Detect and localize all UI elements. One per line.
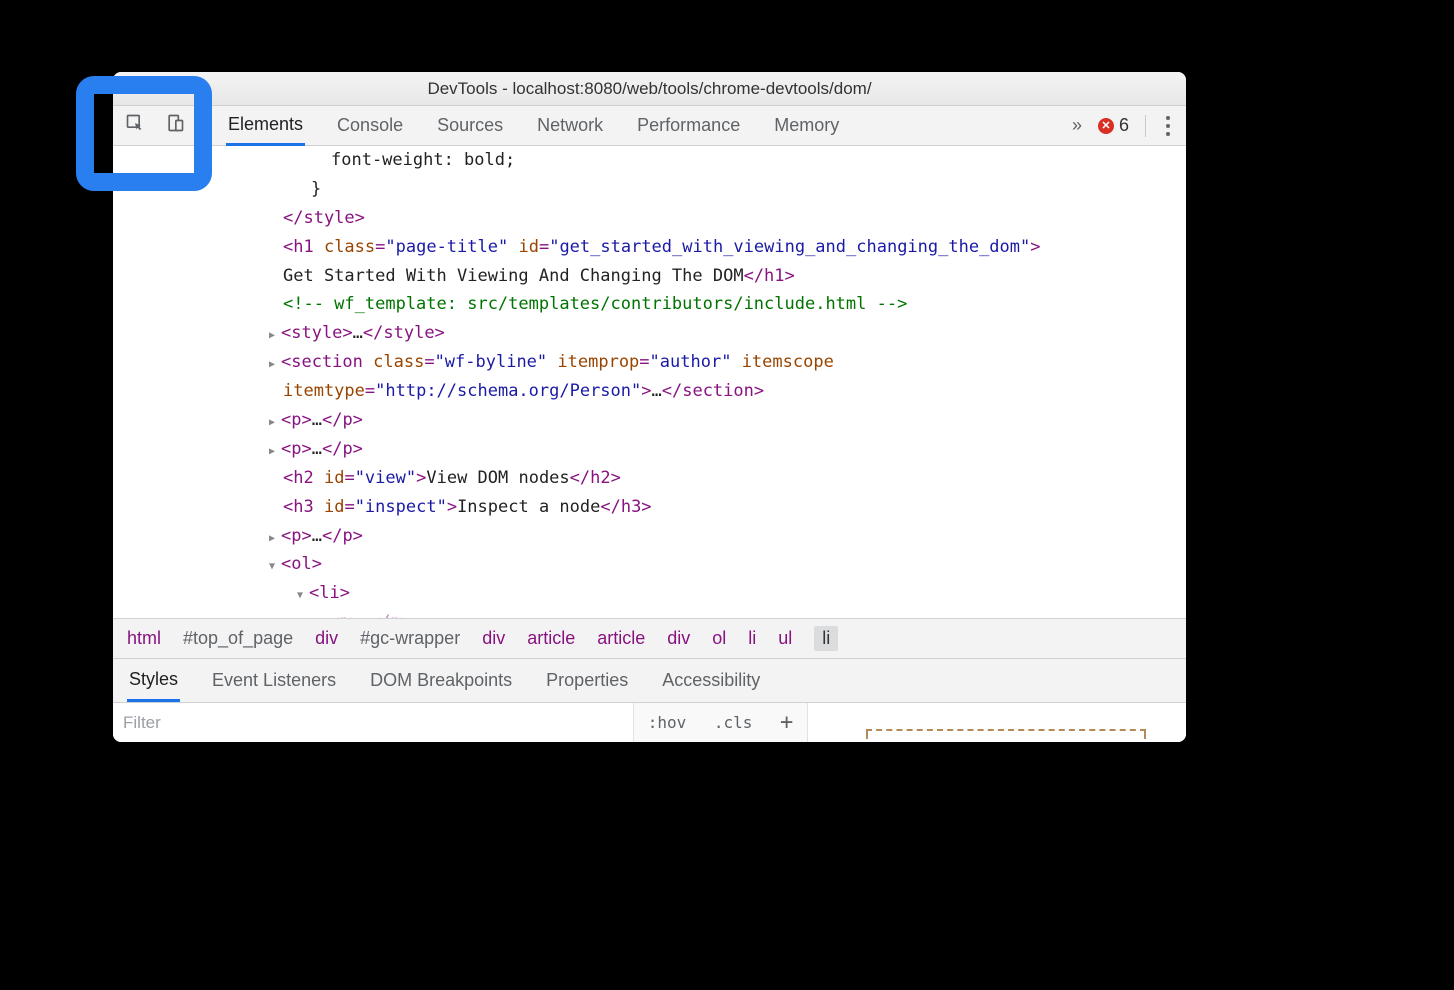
expand-triangle-icon[interactable] bbox=[269, 406, 281, 435]
crumb-div[interactable]: div bbox=[667, 628, 690, 649]
h2-node[interactable]: <h2 id="view">View DOM nodes</h2> bbox=[283, 464, 1186, 493]
hov-toggle[interactable]: :hov bbox=[648, 713, 687, 732]
p-node[interactable]: <p>…</p> bbox=[283, 522, 1186, 551]
margin-box-preview bbox=[866, 729, 1146, 739]
error-icon: ✕ bbox=[1098, 118, 1114, 134]
stab-styles[interactable]: Styles bbox=[127, 660, 180, 702]
settings-menu-icon[interactable] bbox=[1162, 112, 1174, 140]
crumb-div[interactable]: div bbox=[315, 628, 338, 649]
tab-elements[interactable]: Elements bbox=[226, 106, 305, 146]
dom-breadcrumb: html #top_of_page div #gc-wrapper div ar… bbox=[113, 618, 1186, 658]
device-toolbar-icon[interactable] bbox=[165, 113, 185, 138]
nested-p-node[interactable]: <p>…</p> bbox=[283, 608, 1186, 618]
expand-triangle-icon[interactable] bbox=[269, 319, 281, 348]
devtools-window: DevTools - localhost:8080/web/tools/chro… bbox=[113, 72, 1186, 742]
crumb-article[interactable]: article bbox=[527, 628, 575, 649]
box-model-preview bbox=[808, 703, 1186, 742]
tab-network[interactable]: Network bbox=[535, 107, 605, 144]
styles-tabs: Styles Event Listeners DOM Breakpoints P… bbox=[113, 658, 1186, 702]
crumb-li[interactable]: li bbox=[748, 628, 756, 649]
stab-event-listeners[interactable]: Event Listeners bbox=[210, 661, 338, 700]
styles-filter-tools: :hov .cls + bbox=[633, 703, 808, 742]
crumb-li-selected[interactable]: li bbox=[814, 626, 838, 651]
css-brace: } bbox=[311, 179, 321, 199]
p-node[interactable]: <p>…</p> bbox=[283, 435, 1186, 464]
h3-node[interactable]: <h3 id="inspect">Inspect a node</h3> bbox=[283, 493, 1186, 522]
toolbar-divider bbox=[1145, 115, 1146, 137]
minimize-window-button[interactable] bbox=[150, 80, 164, 94]
maximize-window-button[interactable] bbox=[173, 80, 187, 94]
elements-tree[interactable]: font-weight: bold; } </style> <h1 class=… bbox=[113, 146, 1186, 618]
devtools-toolbar: Elements Console Sources Network Perform… bbox=[113, 106, 1186, 146]
style-collapsed-node[interactable]: <style>…</style> bbox=[283, 319, 1186, 348]
comment-node[interactable]: <!-- wf_template: src/templates/contribu… bbox=[283, 290, 1186, 319]
error-count: 6 bbox=[1119, 115, 1129, 136]
crumb-html[interactable]: html bbox=[127, 628, 161, 649]
panel-tabs: Elements Console Sources Network Perform… bbox=[198, 106, 1072, 145]
section-node[interactable]: <section class="wf-byline" itemprop="aut… bbox=[283, 348, 1186, 406]
expand-triangle-icon[interactable] bbox=[269, 435, 281, 464]
expand-triangle-icon[interactable] bbox=[269, 522, 281, 551]
styles-filter-input[interactable] bbox=[113, 703, 633, 742]
tab-sources[interactable]: Sources bbox=[435, 107, 505, 144]
tab-console[interactable]: Console bbox=[335, 107, 405, 144]
crumb-ul[interactable]: ul bbox=[778, 628, 792, 649]
crumb-gc-wrapper[interactable]: #gc-wrapper bbox=[360, 628, 460, 649]
collapse-triangle-icon[interactable] bbox=[269, 550, 281, 579]
expand-triangle-icon[interactable] bbox=[269, 348, 281, 377]
tab-memory[interactable]: Memory bbox=[772, 107, 841, 144]
inspect-element-icon[interactable] bbox=[125, 113, 145, 138]
crumb-top-of-page[interactable]: #top_of_page bbox=[183, 628, 293, 649]
css-rule-text: font-weight: bold; bbox=[331, 150, 515, 170]
collapse-triangle-icon[interactable] bbox=[297, 579, 309, 608]
ol-node[interactable]: <ol> bbox=[283, 550, 1186, 579]
h1-node[interactable]: <h1 class="page-title" id="get_started_w… bbox=[283, 233, 1186, 262]
tab-performance[interactable]: Performance bbox=[635, 107, 742, 144]
style-close-tag[interactable]: </style> bbox=[283, 208, 365, 228]
errors-badge[interactable]: ✕ 6 bbox=[1098, 115, 1129, 136]
crumb-article[interactable]: article bbox=[597, 628, 645, 649]
crumb-div[interactable]: div bbox=[482, 628, 505, 649]
window-title: DevTools - localhost:8080/web/tools/chro… bbox=[427, 79, 871, 99]
cls-toggle[interactable]: .cls bbox=[714, 713, 753, 732]
close-window-button[interactable] bbox=[127, 80, 141, 94]
p-node[interactable]: <p>…</p> bbox=[283, 406, 1186, 435]
expand-triangle-icon[interactable] bbox=[317, 608, 329, 618]
stab-accessibility[interactable]: Accessibility bbox=[660, 661, 762, 700]
stab-properties[interactable]: Properties bbox=[544, 661, 630, 700]
new-style-rule-icon[interactable]: + bbox=[780, 710, 793, 735]
traffic-lights bbox=[127, 80, 187, 94]
h1-text-node[interactable]: Get Started With Viewing And Changing Th… bbox=[283, 262, 1186, 291]
crumb-ol[interactable]: ol bbox=[712, 628, 726, 649]
window-titlebar: DevTools - localhost:8080/web/tools/chro… bbox=[113, 72, 1186, 106]
stab-dom-breakpoints[interactable]: DOM Breakpoints bbox=[368, 661, 514, 700]
li-node[interactable]: <li> bbox=[283, 579, 1186, 608]
more-tabs-icon[interactable]: » bbox=[1072, 115, 1082, 136]
styles-filter-row: :hov .cls + bbox=[113, 702, 1186, 742]
